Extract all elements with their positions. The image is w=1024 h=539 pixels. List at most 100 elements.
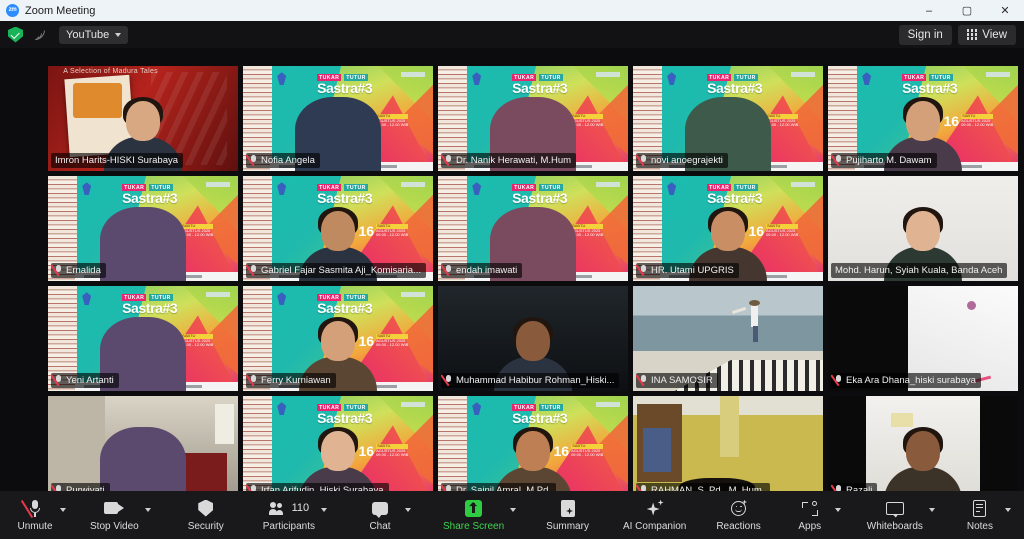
notes-button[interactable]: Notes [959,499,1001,532]
participant-tile[interactable]: Razali [828,396,1018,501]
whiteboards-label: Whiteboards [866,520,923,532]
participant-name: Ferry Kurniawan [261,374,331,386]
participant-tile[interactable]: TUKARTUTUR Sastra#3 16 SABTUAGUSTUS 2025… [48,176,238,281]
participant-tile[interactable]: RAHMAN, S. Pd., M. Hum. [633,396,823,501]
participants-options-chevron-icon[interactable] [321,507,327,512]
participant-tile[interactable]: A Selection of Madura Tales Imron Harits… [48,66,238,171]
stop-video-label: Stop Video [90,520,139,532]
whiteboard-icon [885,501,904,515]
participant-name: INA SAMOSIR [651,374,713,386]
participants-label: Participants [262,520,315,532]
notes-options-chevron-icon[interactable] [1004,507,1011,512]
participant-name-badge: endah imawati [441,263,523,278]
shield-check-icon[interactable] [8,26,23,43]
participant-tile[interactable]: INA SAMOSIR [633,286,823,391]
youtube-stream-chip[interactable]: YouTube [59,25,129,44]
participant-name-badge: novi anoegrajekti [636,153,728,168]
video-stage: A Selection of Madura Tales Imron Harits… [0,48,1024,501]
participant-tile[interactable]: TUKARTUTUR Sastra#3 16 SABTUAGUSTUS 2025… [633,66,823,171]
live-stream-icon[interactable] [31,26,49,44]
grid-view-icon [966,29,978,40]
notes-icon [973,499,987,517]
title-bar: zm Zoom Meeting – ▢ ✕ [0,0,1024,21]
ai-sparkle-icon [646,499,664,517]
participant-tile[interactable]: TUKARTUTUR Sastra#3 16 SABTUAGUSTUS 2025… [828,66,1018,171]
zoom-meeting-window: zm Zoom Meeting – ▢ ✕ YouTube Sign in Vi… [0,0,1024,539]
participant-tile[interactable]: TUKARTUTUR Sastra#3 16 SABTUAGUSTUS 2025… [633,176,823,281]
participant-tile[interactable]: Mohd. Harun, Syiah Kuala, Banda Aceh [828,176,1018,281]
view-button[interactable]: View [957,24,1016,45]
microphone-muted-icon [55,374,62,386]
participants-button[interactable]: 110 Participants [261,499,317,532]
participant-tile[interactable]: Purwiyati [48,396,238,501]
minimize-button[interactable]: – [910,0,948,21]
microphone-muted-icon [445,264,452,276]
participant-name: Imron Harits-HISKI Surabaya [55,154,179,166]
stop-video-button[interactable]: Stop Video [88,499,141,532]
participant-name: Gabriel Fajar Sasmita Aji_Komisaria... [261,264,421,276]
microphone-muted-icon [250,264,257,276]
ai-companion-button[interactable]: AI Companion [621,499,688,532]
participant-name-badge: Dr. Nanik Herawati, M.Hum [441,153,577,168]
share-screen-label: Share Screen [443,520,505,532]
share-options-chevron-icon[interactable] [510,507,517,512]
whiteboards-button[interactable]: Whiteboards [865,499,925,532]
sign-in-button[interactable]: Sign in [898,24,952,45]
close-button[interactable]: ✕ [986,0,1024,21]
participant-name: Mohd. Harun, Syiah Kuala, Banda Aceh [835,264,1003,276]
participant-tile[interactable]: TUKARTUTUR Sastra#3 16 SABTUAGUSTUS 2025… [438,176,628,281]
unmute-button[interactable]: Unmute [14,499,56,532]
reactions-label: Reactions [716,520,761,532]
participant-tile[interactable]: TUKARTUTUR Sastra#3 16 SABTUAGUSTUS 2025… [438,66,628,171]
share-screen-button[interactable]: Share Screen [441,499,506,532]
participant-grid: A Selection of Madura Tales Imron Harits… [48,66,1018,501]
microphone-muted-icon [835,154,842,166]
participant-name-badge: Ferry Kurniawan [246,373,336,388]
participant-tile[interactable]: Eka Ara Dhana_hiski surabaya [828,286,1018,391]
microphone-muted-icon [445,154,452,166]
whiteboards-options-chevron-icon[interactable] [928,507,935,512]
participant-name: Eka Ara Dhana_hiski surabaya [846,374,976,386]
microphone-muted-icon [640,264,647,276]
participant-tile[interactable]: TUKARTUTUR Sastra#3 16 SABTUAGUSTUS 2025… [438,396,628,501]
summary-button[interactable]: Summary [544,499,591,532]
participant-name-badge: HR. Utami UPGRIS [636,263,739,278]
participant-name: Muhammad Habibur Rohman_Hiski... [456,374,615,386]
participant-tile[interactable]: TUKARTUTUR Sastra#3 16 SABTUAGUSTUS 2025… [48,286,238,391]
summary-label: Summary [546,520,589,532]
microphone-muted-icon [250,374,257,386]
participant-name-badge: Eka Ara Dhana_hiski surabaya [831,373,981,388]
participant-name: Ernalida [66,264,101,276]
chat-label: Chat [369,520,391,532]
participant-name-badge: Pujiharto M. Dawam [831,153,937,168]
participant-tile[interactable]: TUKARTUTUR Sastra#3 16 SABTUAGUSTUS 2025… [243,286,433,391]
apps-button[interactable]: Apps [789,499,831,532]
youtube-stream-label: YouTube [66,28,110,41]
participants-icon [268,501,289,515]
participant-tile[interactable]: TUKARTUTUR Sastra#3 16 SABTUAGUSTUS 2025… [243,66,433,171]
audio-options-chevron-icon[interactable] [60,507,66,512]
meeting-toolbar: Unmute Stop Video Security 110 Participa… [0,491,1024,539]
chat-button[interactable]: Chat [359,499,401,532]
video-options-chevron-icon[interactable] [144,507,151,512]
participant-tile[interactable]: TUKARTUTUR Sastra#3 16 SABTUAGUSTUS 2025… [243,176,433,281]
participant-name: endah imawati [456,264,518,276]
summary-document-icon [560,499,575,517]
participant-name: Pujiharto M. Dawam [846,154,932,166]
unmute-label: Unmute [17,520,53,532]
reactions-button[interactable]: Reactions [714,499,762,532]
apps-label: Apps [798,520,822,532]
microphone-muted-icon [250,154,257,166]
camera-icon [104,502,125,514]
apps-options-chevron-icon[interactable] [834,507,841,512]
participant-name-badge: Ernalida [51,263,106,278]
zoom-logo-icon: zm [6,4,19,17]
window-controls: – ▢ ✕ [910,0,1024,21]
security-button[interactable]: Security [185,499,227,532]
notes-label: Notes [966,520,993,532]
maximize-button[interactable]: ▢ [948,0,986,21]
chat-options-chevron-icon[interactable] [405,507,411,512]
microphone-muted-icon [445,374,452,386]
participant-tile[interactable]: Muhammad Habibur Rohman_Hiski... [438,286,628,391]
participant-tile[interactable]: TUKARTUTUR Sastra#3 16 SABTUAGUSTUS 2025… [243,396,433,501]
